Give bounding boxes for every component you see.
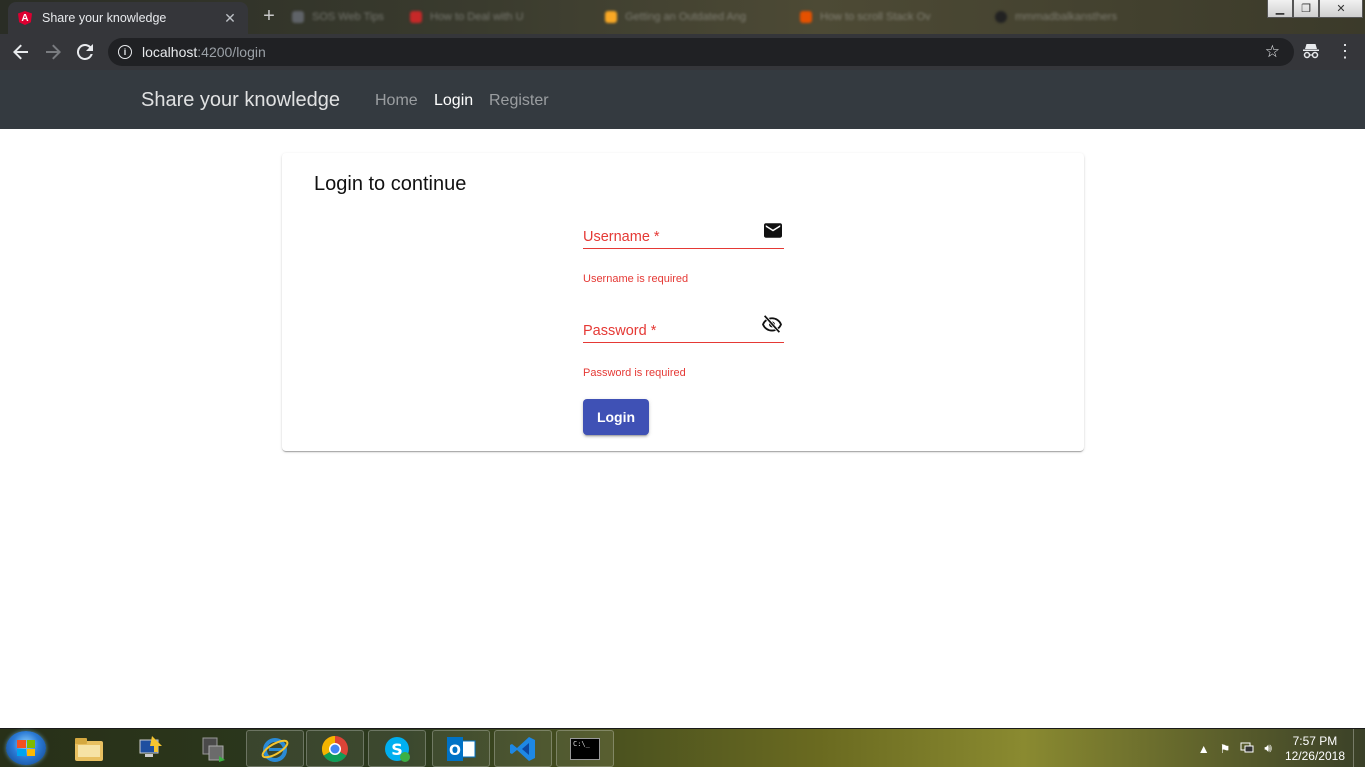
- visibility-off-icon[interactable]: [762, 314, 782, 338]
- password-field[interactable]: Password * Password is required: [583, 307, 784, 387]
- nav-link-home[interactable]: Home: [375, 92, 418, 110]
- explorer-icon[interactable]: [60, 730, 118, 767]
- skype-icon[interactable]: S: [368, 730, 426, 767]
- browser-tab-active[interactable]: A Share your knowledge ✕: [8, 2, 248, 34]
- remote-desktop-icon[interactable]: [122, 730, 180, 767]
- nav-link-login[interactable]: Login: [434, 92, 473, 110]
- show-hidden-icons-icon[interactable]: ▲: [1198, 742, 1210, 756]
- username-error: Username is required: [583, 273, 689, 285]
- nav-link-register[interactable]: Register: [489, 92, 549, 110]
- username-label: Username *: [583, 229, 660, 245]
- svg-text:O: O: [449, 743, 461, 759]
- tab-title: mmmadbalkansthers: [1015, 11, 1118, 23]
- card-title: Login to continue: [314, 173, 467, 195]
- chrome-icon[interactable]: [306, 730, 364, 767]
- background-tab[interactable]: How to scroll Stack Ov: [800, 8, 931, 26]
- tab-favicon-icon: [605, 11, 617, 23]
- url-host: localhost: [142, 44, 198, 60]
- browser-toolbar: i localhost:4200/login ☆ ⋮: [0, 34, 1365, 70]
- maximize-button[interactable]: ❐: [1293, 0, 1319, 18]
- bookmark-star-icon[interactable]: ☆: [1265, 42, 1280, 62]
- background-tab[interactable]: How to Deal with U: [410, 8, 524, 26]
- clock[interactable]: 7:57 PM 12/26/2018: [1285, 734, 1345, 764]
- start-button[interactable]: [6, 731, 46, 765]
- incognito-icon[interactable]: [1302, 42, 1320, 65]
- show-desktop-button[interactable]: [1353, 729, 1365, 767]
- tab-title: Getting an Outdated Ang: [625, 11, 747, 23]
- minimize-button[interactable]: ▁: [1267, 0, 1293, 18]
- youtube-icon: [410, 11, 422, 23]
- site-info-icon[interactable]: i: [118, 45, 132, 59]
- password-error: Password is required: [583, 367, 686, 379]
- password-underline: [583, 342, 784, 343]
- username-underline: [583, 248, 784, 249]
- internet-explorer-icon[interactable]: [246, 730, 304, 767]
- github-icon: [995, 11, 1007, 23]
- reload-icon[interactable]: [69, 36, 101, 68]
- browser-menu-icon[interactable]: ⋮: [1336, 41, 1354, 62]
- windows-taskbar: S O C:\_ ▲ ⚑ 🔊︎ 7:57 PM 12/26/2018: [0, 728, 1365, 767]
- tab-title: How to Deal with U: [430, 11, 524, 23]
- back-icon[interactable]: [5, 36, 37, 68]
- username-field[interactable]: Username * Username is required: [583, 213, 784, 293]
- mail-icon: [764, 223, 782, 243]
- volume-icon[interactable]: 🔊︎: [1264, 741, 1272, 756]
- background-tab[interactable]: Getting an Outdated Ang: [605, 8, 746, 26]
- background-tab[interactable]: mmmadbalkansthers: [995, 8, 1117, 26]
- action-center-flag-icon[interactable]: ⚑: [1220, 742, 1231, 756]
- password-label: Password *: [583, 323, 657, 339]
- url-path: :4200/login: [197, 44, 266, 60]
- window-controls: ▁ ❐ ✕: [1267, 0, 1363, 18]
- windows-logo-icon: [17, 740, 35, 756]
- tab-title: SOS Web Tips: [312, 11, 384, 23]
- tab-close-icon[interactable]: ✕: [222, 10, 238, 27]
- cmd-label: C:\_: [570, 737, 600, 760]
- background-tab[interactable]: SOS Web Tips: [292, 8, 384, 26]
- clock-date: 12/26/2018: [1284, 748, 1345, 763]
- tab-title: How to scroll Stack Ov: [820, 11, 931, 23]
- system-tray: ▲ ⚑ 🔊︎ 7:57 PM 12/26/2018: [1193, 729, 1365, 767]
- vscode-icon[interactable]: [494, 730, 552, 767]
- app-navbar: Share your knowledge Home Login Register: [0, 70, 1365, 129]
- command-prompt-icon[interactable]: C:\_: [556, 730, 614, 767]
- navbar-brand[interactable]: Share your knowledge: [141, 89, 340, 112]
- login-button[interactable]: Login: [583, 399, 649, 435]
- clock-time: 7:57 PM: [1292, 733, 1338, 748]
- network-connections-icon[interactable]: [184, 730, 242, 767]
- new-tab-button[interactable]: +: [258, 6, 280, 28]
- address-bar[interactable]: i localhost:4200/login ☆: [108, 38, 1294, 66]
- stackoverflow-icon: [800, 11, 812, 23]
- browser-tab-strip: A Share your knowledge ✕ + SOS Web Tips …: [0, 0, 1365, 34]
- tab-title: Share your knowledge: [42, 11, 167, 25]
- forward-icon[interactable]: [37, 36, 69, 68]
- login-card: Login to continue Username * Username is…: [282, 153, 1084, 451]
- close-window-button[interactable]: ✕: [1319, 0, 1363, 18]
- network-icon[interactable]: [1240, 741, 1254, 756]
- angular-icon: A: [18, 11, 32, 25]
- tab-favicon-icon: [292, 11, 304, 23]
- outlook-icon[interactable]: O: [432, 730, 490, 767]
